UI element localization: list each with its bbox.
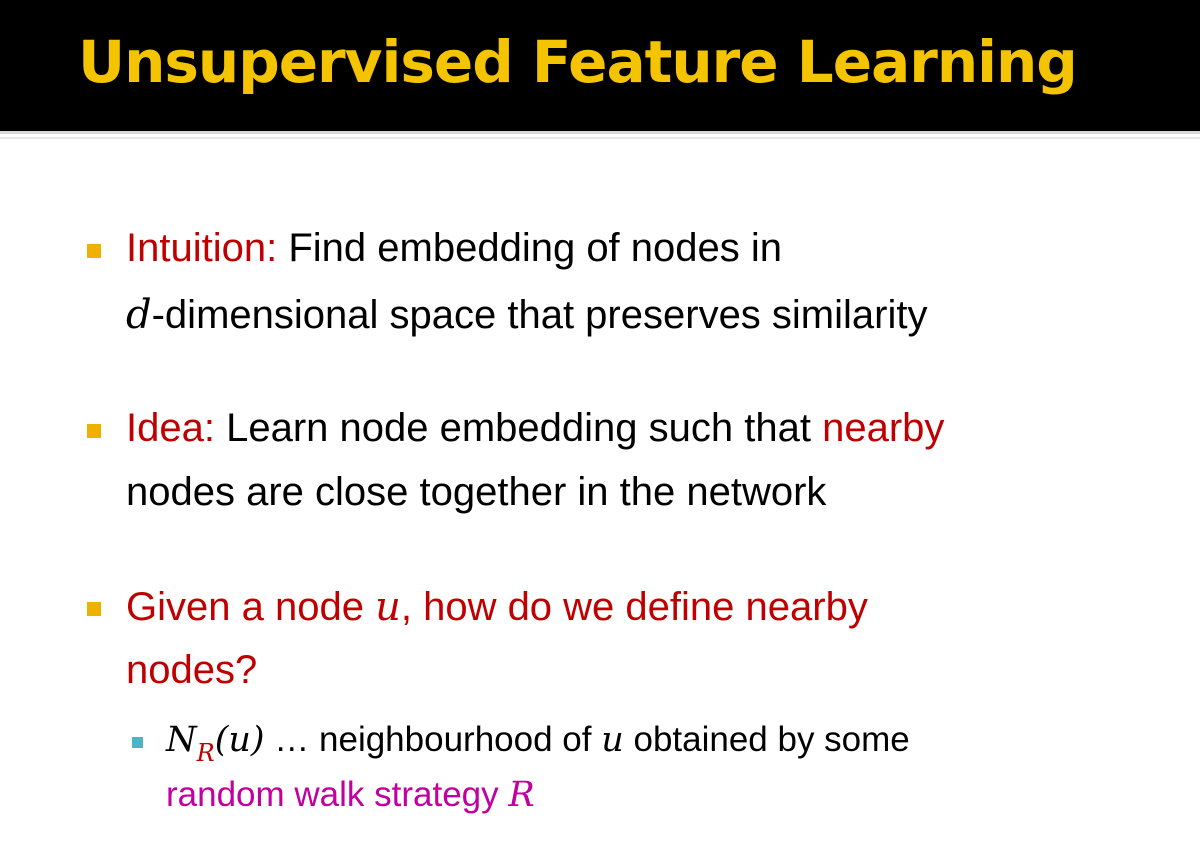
bullet-question-line1: Given a node u, how do we define nearby bbox=[126, 584, 868, 630]
bullet-intuition-line1: Intuition: Find embedding of nodes in bbox=[126, 226, 782, 271]
sub-text-2: obtained by some bbox=[623, 720, 910, 759]
bullet-intuition-line2: d-dimensional space that preserves simil… bbox=[126, 292, 927, 338]
idea-text-1: Learn node embedding such that bbox=[226, 406, 811, 450]
question-text-2: , how do we define nearby bbox=[400, 585, 868, 629]
sub-bullet-line1: NR(u) … neighbourhood of u obtained by s… bbox=[166, 720, 910, 767]
bullet-marker-idea bbox=[87, 424, 101, 438]
bullet-idea-line1: Idea: Learn node embedding such that nea… bbox=[126, 406, 944, 451]
title-divider bbox=[0, 131, 1200, 134]
question-text-3: nodes? bbox=[126, 648, 258, 692]
question-text-1: Given a node bbox=[126, 585, 364, 629]
idea-highlight: nearby bbox=[822, 406, 945, 450]
var-u: u bbox=[375, 584, 401, 630]
var-R: R bbox=[508, 775, 535, 815]
bullet-question-line2: nodes? bbox=[126, 648, 257, 693]
intuition-text-2: -dimensional space that preserves simila… bbox=[151, 293, 928, 337]
bullet-marker-intuition bbox=[87, 244, 101, 258]
slide-title: Unsupervised Feature Learning bbox=[78, 28, 1078, 96]
idea-text-2: nodes are close together in the network bbox=[126, 470, 827, 514]
bullet-marker-question bbox=[87, 602, 101, 616]
sub-bullet-line2: random walk strategy R bbox=[166, 775, 535, 815]
idea-label: Idea: bbox=[126, 406, 215, 450]
var-d: d bbox=[126, 292, 152, 338]
var-R-subscript: R bbox=[196, 739, 215, 767]
var-u-sub: u bbox=[601, 720, 624, 760]
var-N: N bbox=[166, 720, 197, 760]
title-bar: Unsupervised Feature Learning bbox=[0, 0, 1200, 131]
var-paren-u: (u) bbox=[214, 720, 265, 760]
sub-highlight: random walk strategy bbox=[166, 775, 509, 814]
intuition-label: Intuition: bbox=[126, 226, 278, 270]
bullet-idea-line2: nodes are close together in the network bbox=[126, 470, 826, 515]
sub-bullet-marker bbox=[132, 737, 143, 748]
intuition-text-1: Find embedding of nodes in bbox=[288, 226, 783, 270]
title-divider-secondary bbox=[0, 137, 1200, 139]
sub-text-1: … neighbourhood of bbox=[264, 720, 602, 759]
